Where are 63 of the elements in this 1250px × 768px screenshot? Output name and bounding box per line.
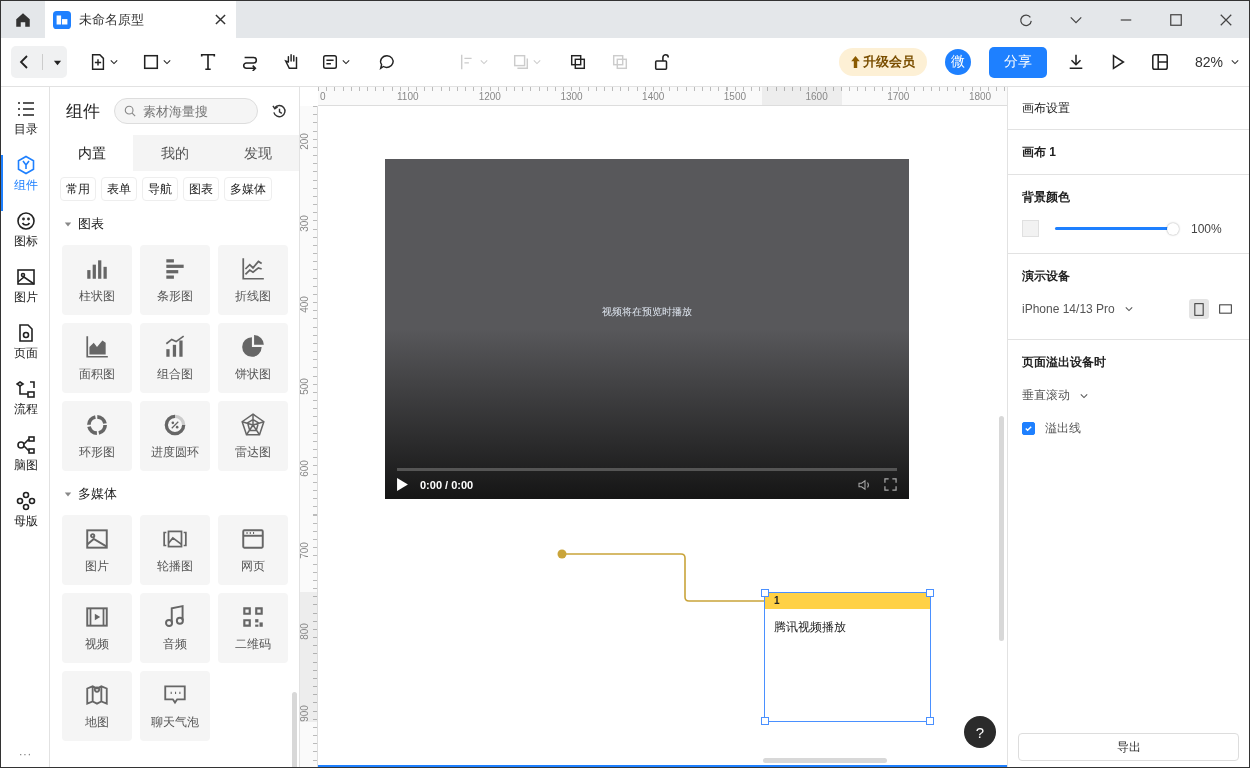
component-card[interactable]: 图片: [62, 515, 132, 585]
checkbox-label: 溢出线: [1045, 420, 1081, 437]
rail-item[interactable]: 流程: [1, 379, 49, 435]
settings-title: 画布设置: [1022, 99, 1070, 117]
section-label: 演示设备: [1022, 268, 1071, 285]
component-card[interactable]: 视频: [62, 593, 132, 663]
export-button[interactable]: 导出: [1018, 733, 1239, 761]
rail-item[interactable]: 目录: [1, 99, 49, 155]
panel-tab[interactable]: 我的: [133, 135, 216, 171]
component-card[interactable]: 二维码: [218, 593, 288, 663]
component-card[interactable]: 轮播图: [140, 515, 210, 585]
note-number: 1: [765, 593, 930, 609]
document-tab[interactable]: 未命名原型: [45, 1, 236, 38]
component-card[interactable]: 聊天气泡: [140, 671, 210, 741]
category-chip[interactable]: 表单: [101, 177, 137, 201]
component-card[interactable]: 地图: [62, 671, 132, 741]
video-player[interactable]: 视频将在预览时播放 0:00 / 0:00: [385, 159, 909, 499]
component-card[interactable]: 环形图: [62, 401, 132, 471]
rail-item[interactable]: 脑图: [1, 435, 49, 491]
more-button[interactable]: ···: [1, 746, 49, 767]
zoom-dropdown[interactable]: 82%: [1194, 54, 1239, 70]
panel-tab[interactable]: 内置: [50, 135, 133, 171]
vertical-ruler: 200 300 400 500 600 700 800 900: [300, 106, 318, 767]
video-caption: 视频将在预览时播放: [601, 305, 693, 319]
component-card[interactable]: 饼状图: [218, 323, 288, 393]
panel-title: 组件: [66, 100, 100, 123]
tab-title: 未命名原型: [79, 10, 145, 29]
component-card[interactable]: 网页: [218, 515, 288, 585]
rail-item[interactable]: 组件: [1, 155, 49, 211]
upgrade-button[interactable]: 升级会员: [838, 48, 927, 76]
section-title: 多媒体: [78, 485, 117, 503]
share-button[interactable]: 分享: [988, 46, 1047, 78]
category-chip[interactable]: 导航: [142, 177, 178, 201]
rail-item[interactable]: 页面: [1, 323, 49, 379]
category-chip[interactable]: 多媒体: [224, 177, 272, 201]
rail-item[interactable]: 图片: [1, 267, 49, 323]
rail-item[interactable]: 图标: [1, 211, 49, 267]
component-card[interactable]: 面积图: [62, 323, 132, 393]
device-dropdown[interactable]: iPhone 14/13 Pro: [1022, 302, 1133, 316]
category-chip[interactable]: 图表: [183, 177, 219, 201]
component-card[interactable]: 柱状图: [62, 245, 132, 315]
opacity-value: 100%: [1191, 221, 1222, 236]
section-label: 背景颜色: [1022, 189, 1071, 206]
section-title: 图表: [78, 215, 104, 233]
rail-item[interactable]: 母版: [1, 491, 49, 547]
component-card[interactable]: 进度圆环: [140, 401, 210, 471]
component-card[interactable]: 折线图: [218, 245, 288, 315]
annotation-note[interactable]: 1 腾讯视频播放: [764, 592, 931, 722]
component-card[interactable]: 组合图: [140, 323, 210, 393]
help-button[interactable]: ?: [964, 716, 996, 748]
avatar[interactable]: 微: [944, 49, 971, 75]
component-card[interactable]: 音频: [140, 593, 210, 663]
section-label: 页面溢出设备时: [1022, 354, 1107, 371]
component-card[interactable]: 雷达图: [218, 401, 288, 471]
search-field[interactable]: 素材海量搜: [114, 98, 258, 124]
video-time: 0:00 / 0:00: [420, 478, 474, 491]
horizontal-ruler: 0 1100 1200 1300 1400 1500 1600 1700 1800: [318, 87, 1007, 106]
component-card[interactable]: 条形图: [140, 245, 210, 315]
note-text: 腾讯视频播放: [773, 619, 847, 636]
panel-tab[interactable]: 发现: [216, 135, 299, 171]
category-chip[interactable]: 常用: [60, 177, 96, 201]
canvas-name: 画布 1: [1022, 143, 1056, 161]
scroll-mode-dropdown[interactable]: 垂直滚动: [1022, 387, 1235, 404]
